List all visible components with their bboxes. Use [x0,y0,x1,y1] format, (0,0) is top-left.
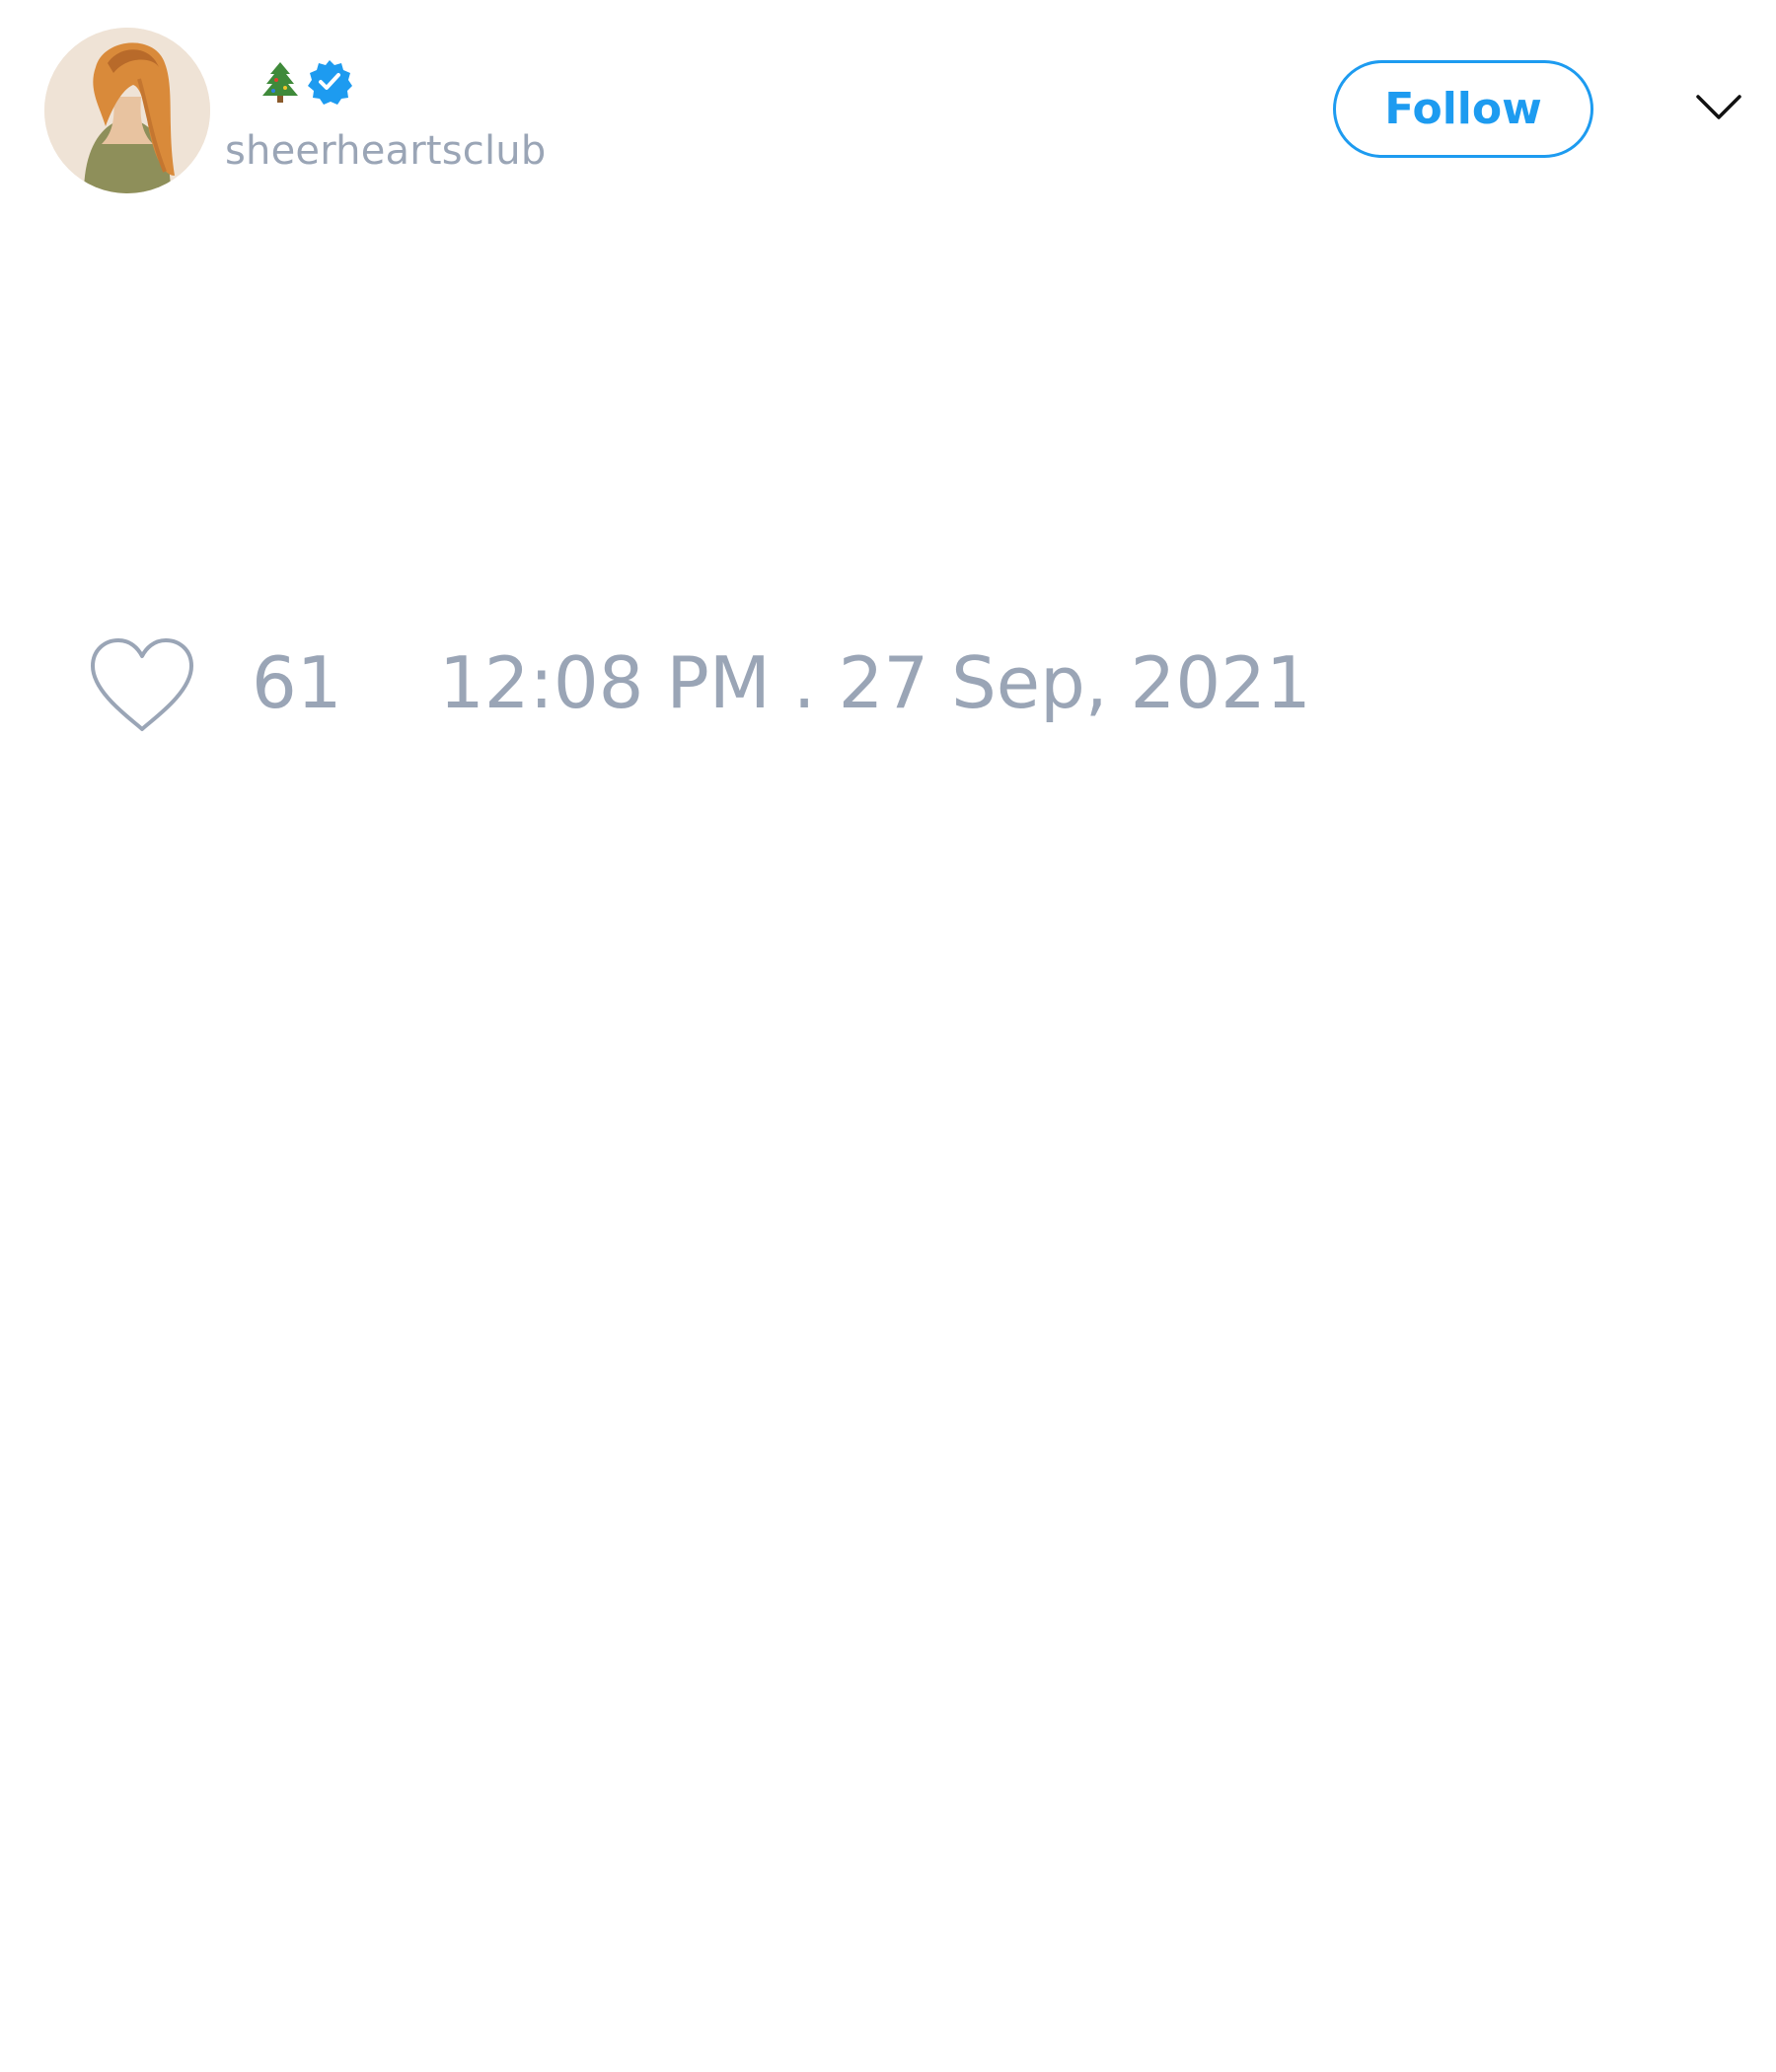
heart-outline-icon[interactable] [89,636,195,735]
like-count: 61 [252,641,342,724]
chevron-down-icon[interactable] [1694,93,1743,122]
christmas-tree-icon [262,62,298,103]
avatar-illustration [44,28,210,193]
follow-button[interactable]: Follow [1333,60,1593,158]
display-name-row [260,57,353,107]
author-handle[interactable]: sheerheartsclub [225,126,546,176]
tweet-timestamp[interactable]: 12:08 PM . 27 Sep, 2021 [439,641,1311,724]
verified-badge-icon [308,60,352,105]
avatar[interactable] [44,28,210,193]
